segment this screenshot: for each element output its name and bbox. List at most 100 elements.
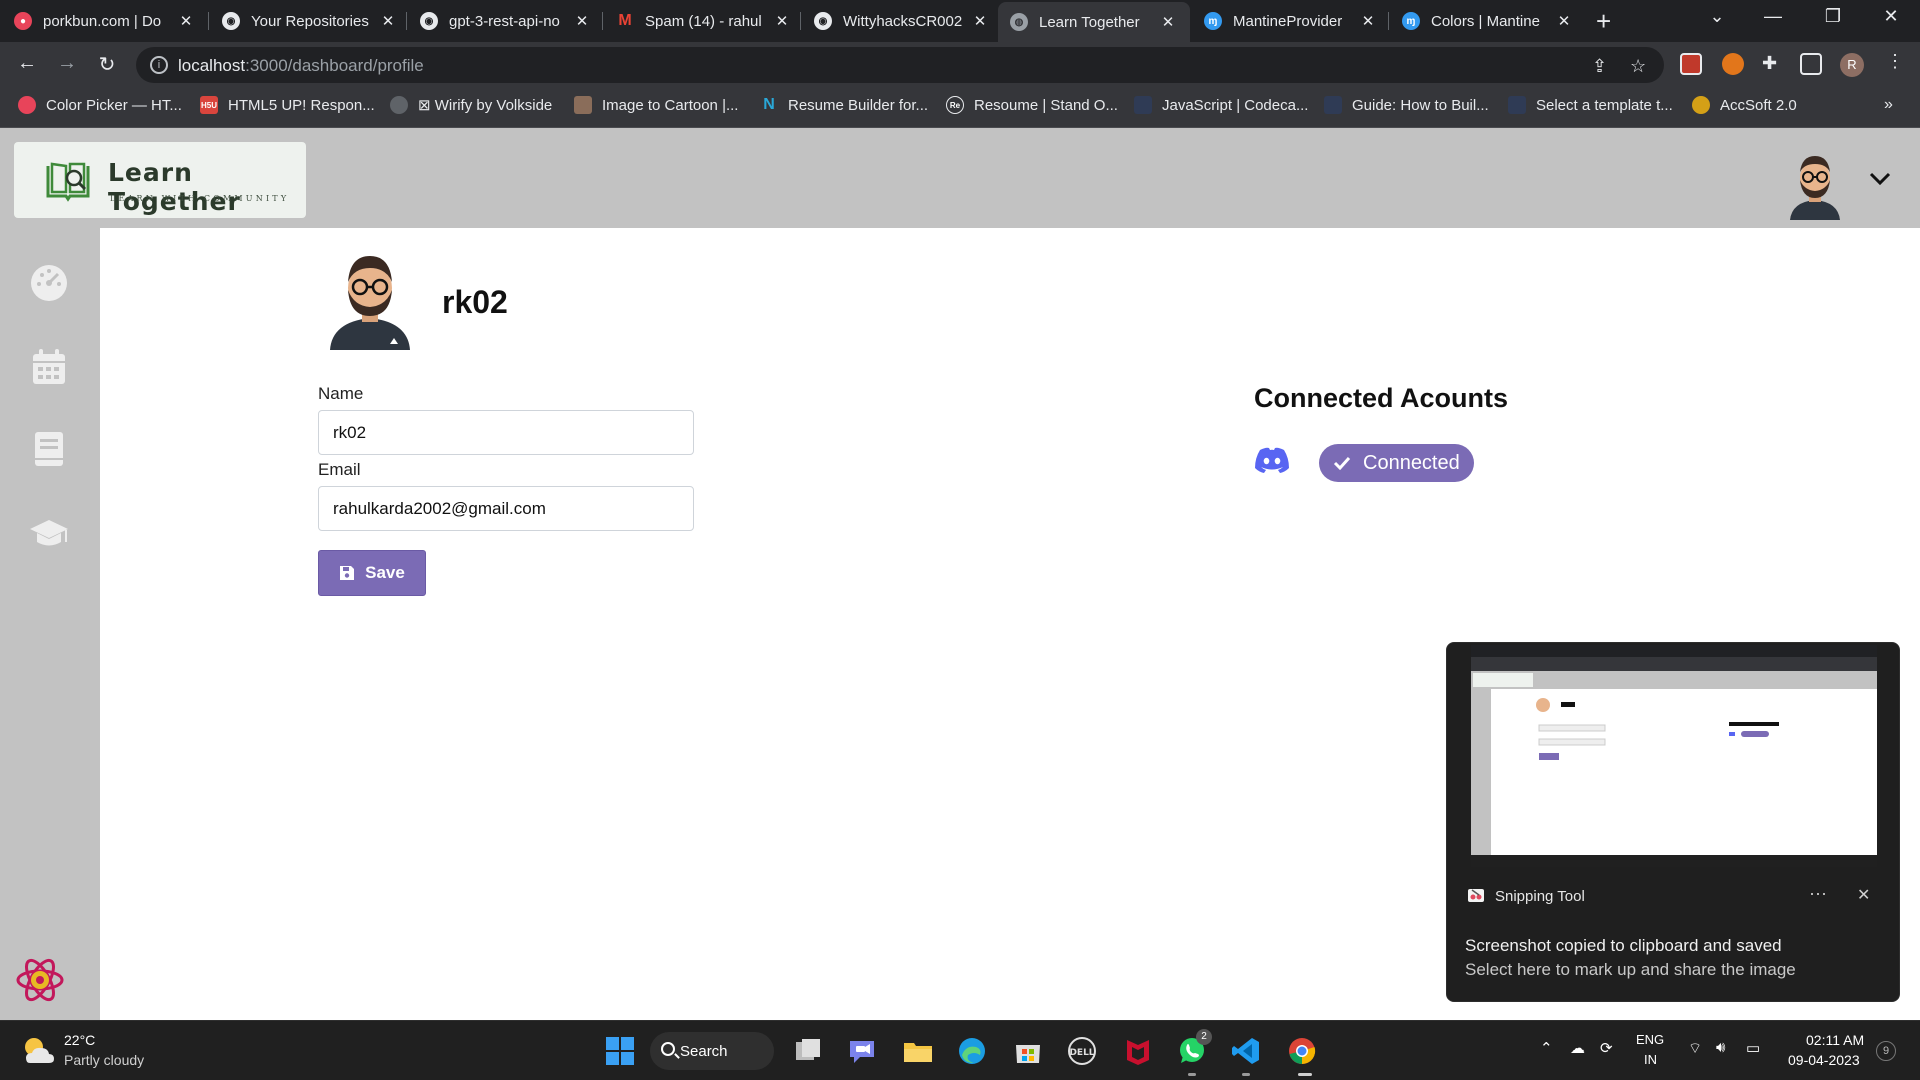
extensions-puzzle-icon[interactable]: ✚ (1762, 53, 1777, 74)
bookmark-guide[interactable]: Guide: How to Buil... (1324, 96, 1489, 114)
site-info-icon[interactable]: i (150, 56, 168, 74)
language-code[interactable]: ENG (1636, 1032, 1664, 1047)
wifi-icon[interactable]: ⌔ (1688, 1039, 1702, 1058)
edge-browser-icon[interactable] (956, 1035, 988, 1067)
extension-icon[interactable] (1680, 53, 1702, 75)
profile-username: rk02 (442, 284, 508, 320)
bookmark-resoume[interactable]: Re Resoume | Stand O... (946, 96, 1118, 114)
file-explorer-icon[interactable] (902, 1035, 934, 1067)
close-icon[interactable]: ✕ (1857, 885, 1870, 905)
react-devtools-icon[interactable] (14, 954, 66, 1006)
region-code[interactable]: IN (1644, 1052, 1657, 1067)
clock-date[interactable]: 09-04-2023 (1788, 1052, 1860, 1068)
tab-learn-together[interactable]: ◍ Learn Together ✕ (998, 2, 1190, 42)
gmail-icon: M (618, 12, 632, 29)
browser-profile-avatar[interactable]: R (1840, 53, 1864, 77)
logo[interactable]: Learn Together LEARN WITH COMMUNITY (14, 142, 306, 218)
email-field[interactable] (318, 486, 694, 531)
name-field[interactable] (318, 410, 694, 455)
volume-icon[interactable]: 🔊︎ (1716, 1039, 1725, 1056)
battery-icon[interactable]: ▭ (1746, 1039, 1760, 1057)
microsoft-store-icon[interactable] (1012, 1035, 1044, 1067)
book-icon[interactable] (28, 428, 70, 470)
tab-repositories[interactable]: ◉ Your Repositories ✕ (222, 6, 398, 36)
cartoon-icon (574, 96, 592, 114)
notifications-badge[interactable]: 9 (1876, 1041, 1896, 1061)
bookmark-wirify[interactable]: ⊠ Wirify by Volkside (390, 96, 552, 114)
minimize-button[interactable]: — (1750, 6, 1796, 27)
bookmark-color-picker[interactable]: Color Picker — HT... (18, 96, 182, 114)
taskbar-search[interactable]: Search (650, 1032, 774, 1070)
bookmark-label: Resume Builder for... (788, 96, 929, 114)
browser-tabstrip: ● porkbun.com | Do ✕ ◉ Your Repositories… (0, 0, 1920, 42)
bookmark-image-to-cartoon[interactable]: Image to Cartoon |... (574, 96, 738, 114)
partly-cloudy-icon[interactable] (20, 1033, 56, 1067)
github-icon: ◉ (814, 12, 832, 30)
onedrive-icon[interactable]: ☁ (1570, 1039, 1585, 1057)
dashboard-gauge-icon[interactable] (28, 262, 70, 304)
tab-gpt3[interactable]: ◉ gpt-3-rest-api-no ✕ (420, 6, 592, 36)
close-window-button[interactable]: ✕ (1868, 6, 1914, 27)
bookmark-javascript-codecademy[interactable]: JavaScript | Codeca... (1134, 96, 1308, 114)
mantine-icon: ɱ (1402, 12, 1420, 30)
graduation-cap-icon[interactable] (28, 512, 70, 554)
teams-chat-icon[interactable] (846, 1035, 878, 1067)
url-path: :3000/dashboard/profile (245, 56, 424, 75)
more-options-icon[interactable]: ··· (1809, 883, 1827, 904)
side-panel-icon[interactable] (1800, 53, 1822, 75)
sync-icon[interactable]: ⟳ (1600, 1039, 1613, 1057)
chrome-icon[interactable] (1286, 1035, 1318, 1067)
tab-wittyhacks[interactable]: ◉ WittyhacksCR002 ✕ (814, 6, 990, 36)
tab-mantine-provider[interactable]: ɱ MantineProvider ✕ (1204, 6, 1378, 36)
calendar-icon[interactable] (28, 346, 70, 388)
more-bookmarks-icon[interactable]: » (1884, 96, 1893, 114)
bookmark-select-template[interactable]: Select a template t... (1508, 96, 1673, 114)
close-tab-icon[interactable]: ✕ (1358, 12, 1378, 30)
url-text[interactable]: localhost:3000/dashboard/profile (178, 56, 424, 76)
windows-start-icon[interactable] (604, 1035, 636, 1067)
clock-time[interactable]: 02:11 AM (1806, 1032, 1864, 1048)
snipping-tool-notification[interactable]: Snipping Tool ··· ✕ Screenshot copied to… (1446, 642, 1900, 1002)
chevron-down-icon[interactable] (1868, 168, 1892, 188)
dell-icon[interactable]: DELL (1066, 1035, 1098, 1067)
bookmark-label: ⊠ Wirify by Volkside (418, 97, 553, 114)
tab-gmail-spam[interactable]: M Spam (14) - rahul ✕ (616, 6, 792, 36)
bookmark-accsoft[interactable]: AccSoft 2.0 (1692, 96, 1797, 114)
close-tab-icon[interactable]: ✕ (1554, 12, 1574, 30)
save-button[interactable]: Save (318, 550, 426, 596)
tab-search-chevron-icon[interactable]: ⌄ (1694, 6, 1740, 27)
metamask-icon[interactable] (1722, 53, 1744, 75)
close-tab-icon[interactable]: ✕ (1158, 13, 1178, 31)
discord-connected-badge[interactable]: Connected (1319, 444, 1474, 482)
show-hidden-icons-chevron-icon[interactable]: ⌃ (1540, 1039, 1553, 1057)
bookmark-html5up[interactable]: H5U HTML5 UP! Respon... (200, 96, 375, 114)
bookmark-resume-builder[interactable]: N Resume Builder for... (760, 96, 928, 114)
vscode-icon[interactable] (1230, 1035, 1262, 1067)
back-arrow-icon[interactable]: ← (14, 52, 40, 75)
task-view-icon[interactable] (792, 1035, 824, 1067)
user-avatar[interactable] (1786, 150, 1844, 220)
close-tab-icon[interactable]: ✕ (772, 12, 792, 30)
close-tab-icon[interactable]: ✕ (176, 12, 196, 30)
browser-menu-icon[interactable]: ⋮ (1886, 51, 1904, 72)
close-tab-icon[interactable]: ✕ (970, 12, 990, 30)
mantine-icon: ɱ (1204, 12, 1222, 30)
mcafee-icon[interactable] (1122, 1035, 1154, 1067)
floppy-disk-icon (340, 566, 355, 580)
restore-button[interactable]: ❐ (1810, 6, 1856, 27)
bookmark-star-icon[interactable]: ☆ (1630, 56, 1646, 77)
close-tab-icon[interactable]: ✕ (378, 12, 398, 30)
address-bar[interactable]: i localhost:3000/dashboard/profile ⇪ ☆ (136, 47, 1664, 83)
resoume-icon: Re (946, 96, 964, 114)
tab-porkbun[interactable]: ● porkbun.com | Do ✕ (14, 6, 196, 36)
tab-mantine-colors[interactable]: ɱ Colors | Mantine ✕ (1402, 6, 1574, 36)
logo-title: Learn Together (108, 158, 241, 216)
forward-arrow-icon[interactable]: → (54, 52, 80, 75)
new-tab-button[interactable]: + (1596, 8, 1611, 34)
share-icon[interactable]: ⇪ (1592, 56, 1607, 77)
book-magnifier-logo-icon (46, 162, 90, 202)
whatsapp-badge: 2 (1196, 1029, 1212, 1045)
close-tab-icon[interactable]: ✕ (572, 12, 592, 30)
porkbun-icon: ● (14, 12, 32, 30)
reload-icon[interactable]: ↻ (94, 52, 120, 77)
